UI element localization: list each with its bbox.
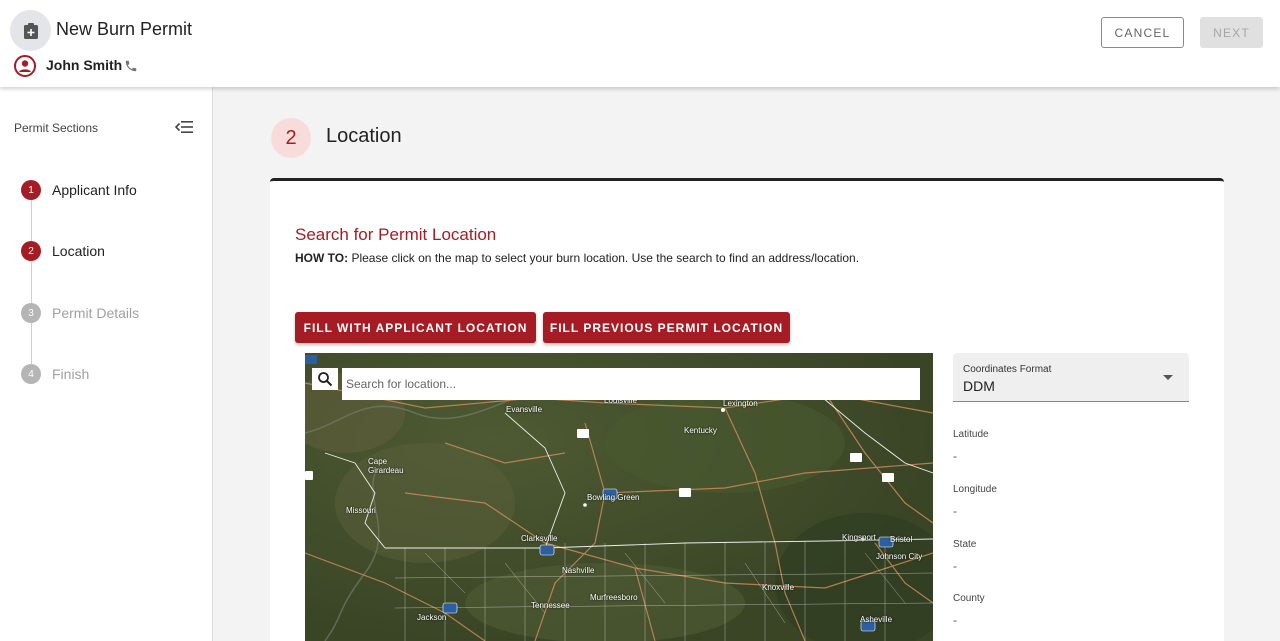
sidebar-step-applicant-info[interactable]: 1 Applicant Info — [21, 180, 137, 200]
section-title: Location — [326, 125, 402, 147]
cancel-button[interactable]: CANCEL — [1101, 17, 1184, 48]
map-label: Kentucky — [684, 426, 717, 435]
step-label: Finish — [52, 366, 90, 382]
page-title: New Burn Permit — [56, 19, 193, 39]
section-number-badge: 2 — [271, 118, 311, 158]
map-label: Clarksville — [521, 534, 558, 543]
phone-icon[interactable] — [124, 59, 138, 73]
permit-plus-icon — [10, 10, 51, 51]
account-circle-icon — [14, 55, 36, 77]
latitude-label: Latitude — [953, 429, 989, 440]
map-label: Nashville — [562, 566, 595, 575]
step-number: 1 — [21, 180, 41, 200]
map-label: Missouri — [346, 506, 376, 515]
sidebar-step-permit-details[interactable]: 3 Permit Details — [21, 303, 139, 323]
step-number: 3 — [21, 303, 41, 323]
map-label: Asheville — [860, 615, 893, 624]
map-label: Jackson — [417, 613, 447, 622]
search-icon[interactable] — [312, 368, 338, 390]
coordinates-format-value: DDM — [963, 378, 995, 394]
howto-instructions: HOW TO: Please click on the map to selec… — [295, 251, 859, 265]
map-label: Johnson City — [876, 552, 923, 561]
state-label: State — [953, 539, 977, 550]
fill-previous-permit-location-button[interactable]: FILL PREVIOUS PERMIT LOCATION — [543, 312, 790, 343]
latitude-value: - — [953, 449, 957, 463]
map-search-input[interactable] — [342, 368, 920, 400]
step-number: 4 — [21, 364, 41, 384]
map-label: Girardeau — [368, 466, 404, 475]
app-header: New Burn Permit John Smith CANCEL NEXT — [0, 0, 1280, 87]
map-label: Kingsport — [842, 533, 876, 542]
permit-sections-sidebar: Permit Sections 1 Applicant Info 2 Locat… — [0, 87, 213, 641]
map-label: Evansville — [506, 405, 543, 414]
county-label: County — [953, 593, 985, 604]
map-label: Cape — [368, 457, 388, 466]
user-name: John Smith — [46, 57, 123, 73]
coordinates-format-select[interactable]: Coordinates Format DDM — [953, 353, 1189, 402]
longitude-value: - — [953, 504, 957, 518]
map-label: Tennessee — [531, 601, 570, 610]
caret-down-icon — [1163, 375, 1173, 380]
howto-text: Please click on the map to select your b… — [348, 251, 860, 265]
step-number: 2 — [21, 241, 41, 261]
fill-applicant-location-button[interactable]: FILL WITH APPLICANT LOCATION — [295, 312, 536, 343]
search-section-title: Search for Permit Location — [295, 225, 497, 244]
coordinates-format-label: Coordinates Format — [963, 364, 1052, 375]
sidebar-step-location[interactable]: 2 Location — [21, 241, 105, 261]
state-value: - — [953, 559, 957, 573]
next-button[interactable]: NEXT — [1200, 17, 1263, 48]
step-label: Location — [52, 243, 105, 259]
longitude-label: Longitude — [953, 484, 997, 495]
map-label: Bowling Green — [587, 493, 640, 502]
map-label: Bristol — [890, 535, 913, 544]
step-label: Applicant Info — [52, 182, 137, 198]
sidebar-step-finish[interactable]: 4 Finish — [21, 364, 89, 384]
step-connector — [31, 262, 32, 303]
step-connector — [31, 323, 32, 364]
step-label: Permit Details — [52, 305, 140, 321]
map-label: Lexington — [723, 399, 758, 408]
sidebar-title: Permit Sections — [14, 121, 99, 135]
menu-collapse-icon[interactable] — [175, 120, 193, 134]
howto-label: HOW TO: — [295, 251, 349, 265]
map-label: Murfreesboro — [590, 593, 638, 602]
step-connector — [31, 200, 32, 241]
county-value: - — [953, 613, 957, 627]
map-label: Knoxville — [762, 583, 795, 592]
